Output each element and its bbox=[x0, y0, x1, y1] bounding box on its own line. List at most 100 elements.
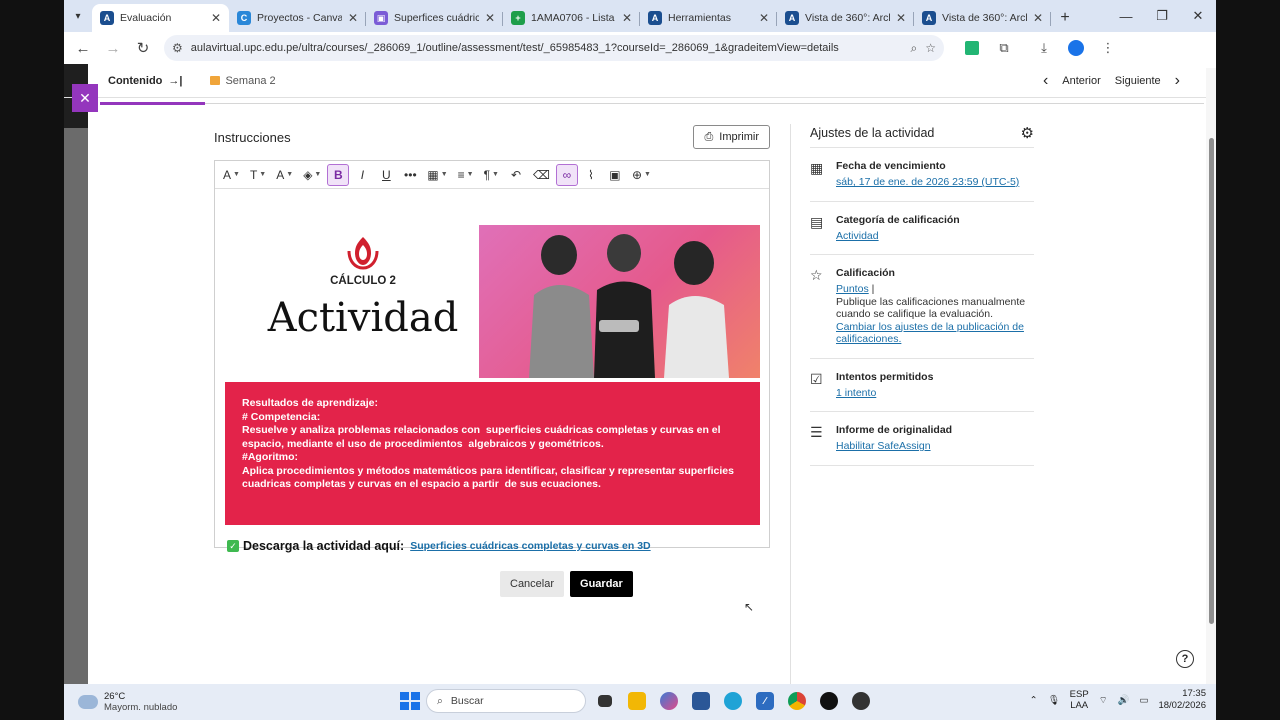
browser-menu-icon[interactable]: ⋮ bbox=[1094, 35, 1122, 61]
app-circle-icon[interactable] bbox=[816, 688, 842, 714]
reload-icon[interactable]: ↻ bbox=[130, 35, 156, 61]
taskbar-search[interactable]: ⌕ Buscar bbox=[426, 689, 586, 713]
browser-tab[interactable]: A Vista de 360°: Archiv ✕ bbox=[777, 4, 914, 32]
bookmark-star-icon[interactable]: ☆ bbox=[925, 41, 936, 55]
close-tab-icon[interactable]: ✕ bbox=[896, 11, 906, 25]
chrome-icon[interactable] bbox=[784, 688, 810, 714]
due-date-link[interactable]: sáb, 17 de ene. de 2026 23:59 (UTC-5) bbox=[836, 176, 1019, 189]
url-text[interactable]: aulavirtual.upc.edu.pe/ultra/courses/_28… bbox=[191, 42, 903, 54]
close-tab-icon[interactable]: ✕ bbox=[622, 11, 632, 25]
close-tab-icon[interactable]: ✕ bbox=[485, 11, 495, 25]
progress-indicator bbox=[100, 102, 205, 105]
highlight-button[interactable]: ◈ ▼ bbox=[299, 164, 325, 186]
edge-icon[interactable] bbox=[720, 688, 746, 714]
grading-publish-link[interactable]: Cambiar los ajustes de la publicación de… bbox=[836, 321, 1034, 346]
close-tab-icon[interactable]: ✕ bbox=[211, 11, 221, 25]
back-icon[interactable]: ← bbox=[70, 35, 96, 61]
content-tab[interactable]: Contenido →| bbox=[108, 64, 182, 98]
language-indicator[interactable]: ESP LAA bbox=[1070, 689, 1089, 711]
download-link[interactable]: Superficies cuádricas completas y curvas… bbox=[410, 540, 650, 552]
italic-icon: I bbox=[360, 167, 365, 182]
table-button[interactable]: ▦ ▼ bbox=[423, 164, 451, 186]
forward-icon[interactable]: → bbox=[100, 35, 126, 61]
browser-tab[interactable]: A Vista de 360°: Archiv ✕ bbox=[914, 4, 1051, 32]
prev-button[interactable]: Anterior bbox=[1062, 75, 1101, 87]
close-panel-button[interactable]: ✕ bbox=[72, 84, 98, 112]
browser-tab[interactable]: +1AMA0706 - Lista de ✕ bbox=[503, 4, 640, 32]
undo-button[interactable]: ↶ bbox=[505, 164, 527, 186]
profile-avatar-icon[interactable] bbox=[1062, 35, 1090, 61]
store-icon[interactable] bbox=[688, 688, 714, 714]
url-field[interactable]: ⚙ aulavirtual.upc.edu.pe/ultra/courses/_… bbox=[164, 35, 944, 61]
safeassign-link[interactable]: Habilitar SafeAssign bbox=[836, 440, 952, 453]
tab-favicon-icon: ▣ bbox=[374, 11, 388, 25]
help-icon[interactable]: ? bbox=[1176, 650, 1194, 668]
paragraph-format-button[interactable]: T ▼ bbox=[246, 164, 270, 186]
align-left-icon: ≡ bbox=[457, 167, 465, 182]
close-window-icon[interactable]: ✕ bbox=[1180, 0, 1216, 32]
next-chevron-icon[interactable]: › bbox=[1175, 72, 1180, 90]
browser-tab[interactable]: C Proyectos - Canva ✕ bbox=[229, 4, 366, 32]
copilot-icon[interactable] bbox=[656, 688, 682, 714]
battery-icon[interactable]: ▭ bbox=[1139, 695, 1148, 706]
minimize-icon[interactable]: — bbox=[1108, 0, 1144, 32]
microphone-icon[interactable]: 🎙 bbox=[1048, 695, 1060, 706]
font-size-button[interactable]: A ▼ bbox=[272, 164, 297, 186]
scroll-thumb[interactable] bbox=[1209, 138, 1214, 624]
attempts-link[interactable]: 1 intento bbox=[836, 387, 933, 400]
weather-widget[interactable]: 26°C Mayorm. nublado bbox=[78, 691, 208, 713]
italic-button[interactable]: I bbox=[351, 164, 373, 186]
math-app-icon[interactable]: ∕ bbox=[752, 688, 778, 714]
tab-search-chevron-icon[interactable]: ▾ bbox=[64, 0, 92, 32]
site-info-icon[interactable]: ⚙ bbox=[172, 41, 183, 55]
save-button[interactable]: Guardar bbox=[570, 571, 633, 597]
due-date-label: Fecha de vencimiento bbox=[836, 160, 946, 172]
paragraph-button[interactable]: ¶ ▼ bbox=[480, 164, 503, 186]
prev-chevron-icon[interactable]: ‹ bbox=[1043, 72, 1048, 90]
bold-button[interactable]: B bbox=[327, 163, 350, 186]
extensions-puzzle-icon[interactable]: ⧉ bbox=[990, 35, 1018, 61]
print-button[interactable]: ⎙ Imprimir bbox=[693, 125, 770, 149]
image-button[interactable]: ▣ bbox=[604, 164, 626, 186]
volume-icon[interactable]: 🔊 bbox=[1118, 695, 1130, 706]
plus-circle-icon: ⊕ bbox=[631, 167, 643, 182]
new-tab-button[interactable]: + bbox=[1051, 4, 1079, 32]
gear-icon[interactable]: ⚙ bbox=[1021, 124, 1034, 142]
clear-format-button[interactable]: ⌫ bbox=[529, 164, 554, 186]
students-photo-icon bbox=[529, 234, 729, 378]
tray-chevron-up-icon[interactable]: ⌃ bbox=[1030, 695, 1038, 706]
insert-content-button[interactable]: ⊕ ▼ bbox=[628, 164, 655, 186]
cancel-button[interactable]: Cancelar bbox=[500, 571, 565, 597]
download-icon[interactable]: ⤓ bbox=[1030, 35, 1058, 61]
extension-green-icon[interactable] bbox=[958, 35, 986, 61]
tab-title: Herramientas bbox=[668, 12, 732, 24]
task-view-icon[interactable] bbox=[592, 688, 618, 714]
close-tab-icon[interactable]: ✕ bbox=[759, 11, 769, 25]
link-button[interactable]: ∞ bbox=[555, 163, 578, 186]
clock[interactable]: 17:35 18/02/2026 bbox=[1158, 688, 1206, 712]
browser-tab[interactable]: ▣ Superfices cuádricas ✕ bbox=[366, 4, 503, 32]
close-tab-icon[interactable]: ✕ bbox=[1033, 11, 1043, 25]
file-explorer-icon[interactable] bbox=[624, 688, 650, 714]
more-format-button[interactable]: ••• bbox=[399, 164, 421, 186]
zoom-icon[interactable]: ⌕ bbox=[911, 41, 918, 56]
editor-content[interactable]: CÁLCULO 2 Actividad Resultados de aprend… bbox=[215, 189, 769, 553]
windows-start-icon[interactable] bbox=[398, 690, 420, 712]
restore-icon[interactable]: ❐ bbox=[1144, 0, 1180, 32]
attach-button[interactable]: ⌇ bbox=[580, 164, 602, 186]
rich-text-editor[interactable]: A ▼ T ▼ A ▼ ◈ ▼ B I U ••• ▦ ▼ ≡ ▼ ¶ ▼ ↶ ⌫ ∞ ⌇ ▣ bbox=[214, 160, 770, 553]
text-style-button[interactable]: A ▼ bbox=[219, 164, 244, 186]
close-tab-icon[interactable]: ✕ bbox=[348, 11, 358, 25]
wifi-icon[interactable]: ⌔ bbox=[1099, 695, 1108, 706]
browser-tab[interactable]: A Evaluación ✕ bbox=[92, 4, 229, 32]
grading-points-link[interactable]: Puntos bbox=[836, 283, 869, 295]
grade-category-link[interactable]: Actividad bbox=[836, 230, 960, 243]
page-scrollbar[interactable] bbox=[1206, 68, 1216, 684]
app-recorder-icon[interactable] bbox=[848, 688, 874, 714]
underline-button[interactable]: U bbox=[375, 164, 397, 186]
align-button[interactable]: ≡ ▼ bbox=[454, 164, 478, 186]
next-button[interactable]: Siguiente bbox=[1115, 75, 1161, 87]
week-breadcrumb[interactable]: Semana 2 bbox=[210, 75, 276, 87]
browser-tab[interactable]: A Herramientas ✕ bbox=[640, 4, 777, 32]
eraser-icon: ⌫ bbox=[532, 167, 550, 182]
